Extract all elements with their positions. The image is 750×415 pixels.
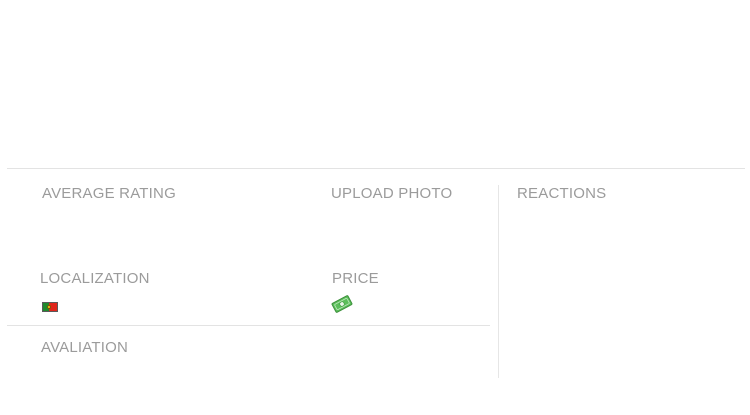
middle-divider — [7, 325, 490, 326]
avaliation-label: AVALIATION — [41, 339, 129, 356]
localization-label: LOCALIZATION — [40, 270, 150, 287]
portugal-flag-icon — [42, 302, 58, 312]
price-label: PRICE — [332, 270, 379, 287]
reactions-label: REACTIONS — [517, 185, 607, 202]
upload-photo-label[interactable]: UPLOAD PHOTO — [331, 185, 452, 202]
money-icon — [331, 295, 353, 313]
average-rating-label: AVERAGE RATING — [42, 185, 176, 202]
vertical-divider — [498, 185, 499, 378]
top-divider — [7, 168, 745, 169]
